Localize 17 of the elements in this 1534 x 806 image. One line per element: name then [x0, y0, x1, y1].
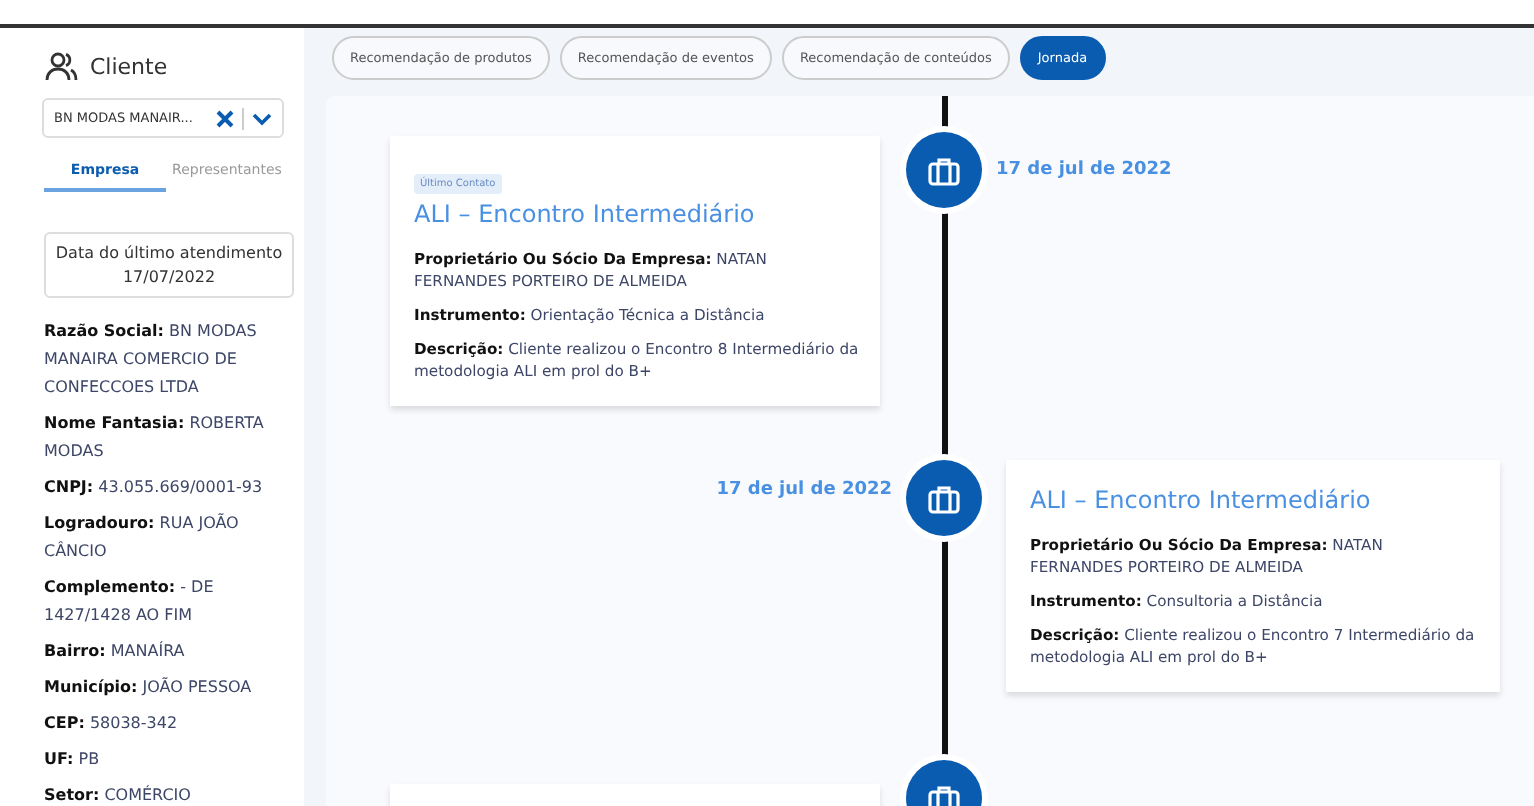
field-text: UF: PB	[44, 748, 102, 772]
field-text: CNPJ: 43.055.669/0001-93	[44, 476, 265, 500]
field-text: Setor: COMÉRCIO	[44, 783, 193, 806]
field-text: Razão Social: BN MODAS MANAIRA COMERCIO DE CONFECCOES LTDA	[44, 320, 259, 400]
event-title: ALI – Encontro Intermediário	[414, 200, 757, 228]
event-date: 17 de jul de 2022	[996, 160, 1174, 180]
last-visit-date: 17/07/2022	[122, 268, 216, 286]
event-date: 17 de jul de 2022	[716, 480, 892, 500]
field-text: Logradouro: RUA JOÃO CÂNCIO	[44, 511, 241, 564]
field-text: Nome Fantasia: ROBERTA MODAS	[44, 412, 266, 464]
field-text: Bairro: MANAÍRA	[44, 639, 187, 664]
field-text: CEP: 58038-342	[44, 712, 180, 736]
sidebar-title: Cliente	[90, 53, 168, 79]
field-text: Complemento: - DE 1427/1428 AO FIM	[44, 576, 216, 628]
field-text: Município: JOÃO PESSOA	[44, 675, 254, 700]
event-title: ALI – Encontro Intermediário	[1030, 486, 1373, 514]
last-visit-label: Data do último atendimento	[55, 244, 283, 262]
